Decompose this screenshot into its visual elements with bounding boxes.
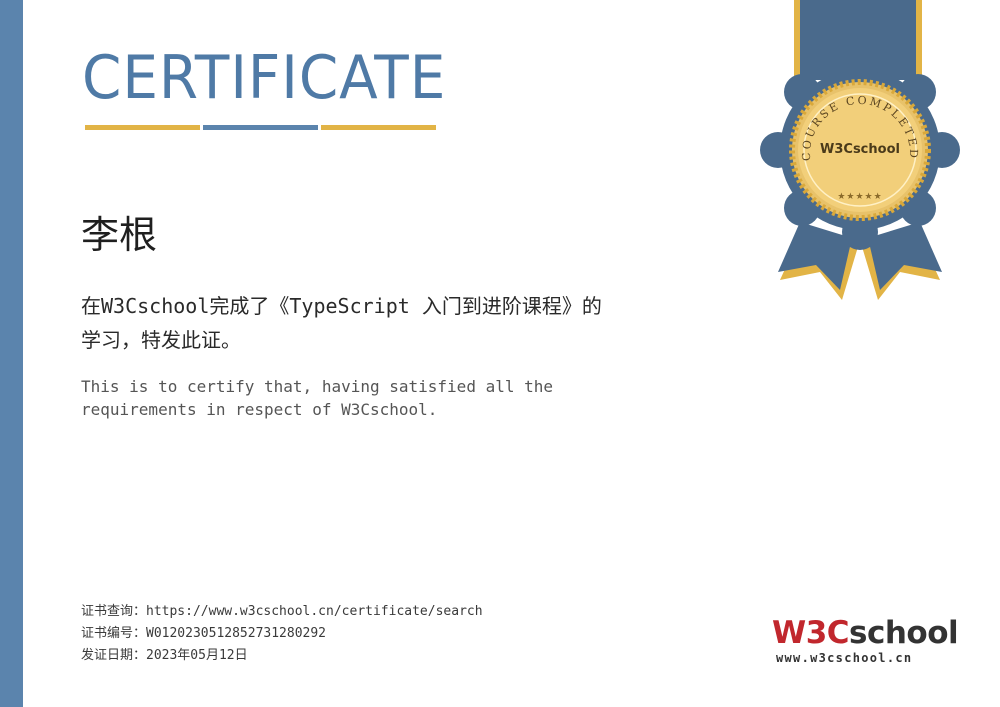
statement-chinese: 在W3Cschool完成了《TypeScript 入门到进阶课程》的学习，特发此…	[81, 294, 602, 352]
seal-ribbon-tail-left	[778, 222, 852, 290]
brand-wordmark: W3Cschool	[772, 615, 959, 651]
brand-name-school: school	[849, 615, 959, 651]
certificate-footer-info: 证书查询：https://www.w3cschool.cn/certificat…	[81, 601, 483, 667]
seal-medal: COURSE COMPLETED W3Cschool ★★★★★	[789, 79, 931, 221]
brand-url: www.w3cschool.cn	[776, 651, 913, 665]
statement-english: This is to certify that, having satisfie…	[81, 377, 554, 419]
certificate-date-line: 发证日期：2023年05月12日	[81, 648, 248, 663]
title-underline-gold-left	[85, 125, 200, 130]
left-accent-bar	[0, 0, 23, 707]
recipient-name: 李根	[81, 213, 158, 257]
w3cschool-logo: W3Cschool www.w3cschool.cn	[772, 615, 959, 666]
brand-name-w3c: W3C	[772, 615, 850, 651]
course-completed-seal-icon: COURSE COMPLETED W3Cschool ★★★★★	[760, 0, 960, 300]
seal-center-text: W3Cschool	[820, 142, 900, 157]
certificate-number-line: 证书编号：W0120230512852731280292	[81, 626, 327, 641]
seal-ribbon-tail-right	[868, 222, 942, 290]
certificate-query-line: 证书查询：https://www.w3cschool.cn/certificat…	[81, 604, 483, 619]
title-underline-blue-middle	[203, 125, 318, 130]
certificate-title: CERTIFICATE	[82, 43, 447, 113]
seal-stars-icon: ★★★★★	[837, 192, 882, 202]
title-underline-gold-right	[321, 125, 436, 130]
